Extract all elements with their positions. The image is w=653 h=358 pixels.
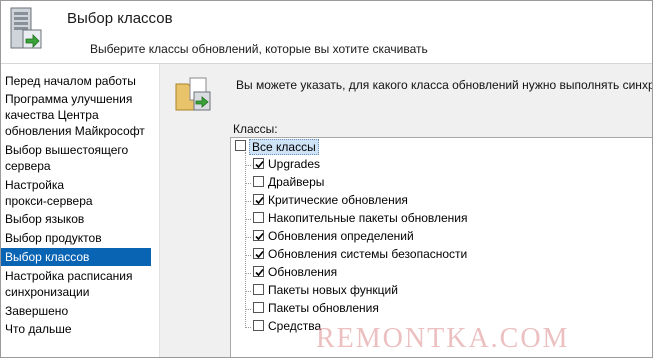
nav-classifications[interactable]: Выбор классов — [1, 248, 151, 266]
tree-branch — [245, 327, 251, 328]
classes-label: Классы: — [233, 122, 278, 136]
checkbox-feature-packs[interactable] — [253, 284, 264, 295]
checkbox-updates[interactable] — [253, 266, 264, 277]
nav-improvement-program-3[interactable]: обновления Майкрософт — [1, 122, 151, 140]
tree-item-label: Драйверы — [268, 175, 325, 189]
tree-item-label: Обновления системы безопасности — [268, 247, 468, 261]
tree-item-label: Критические обновления — [268, 193, 408, 207]
nav-products[interactable]: Выбор продуктов — [1, 229, 151, 247]
tree-item-label: Upgrades — [268, 157, 321, 171]
content-pane: Вы можете указать, для какого класса обн… — [159, 64, 653, 357]
tree-item-label: Накопительные пакеты обновления — [268, 211, 468, 225]
server-sync-icon — [9, 6, 45, 52]
wizard-window: Выбор классов Выберите классы обновлений… — [0, 0, 653, 358]
wizard-header: Выбор классов Выберите классы обновлений… — [1, 1, 652, 63]
tree-branch — [245, 219, 251, 220]
page-subtitle: Выберите классы обновлений, которые вы х… — [90, 42, 428, 56]
description-text: Вы можете указать, для какого класса обн… — [236, 78, 653, 92]
tree-connector — [245, 152, 246, 328]
nav-finished[interactable]: Завершено — [1, 302, 151, 320]
tree-branch — [245, 273, 251, 274]
tree-item-label: Пакеты новых функций — [268, 283, 398, 297]
tree-branch — [245, 165, 251, 166]
checkbox-service-packs[interactable] — [253, 302, 264, 313]
nav-languages[interactable]: Выбор языков — [1, 210, 151, 228]
checkbox-all-classes[interactable] — [235, 140, 246, 151]
checkbox-tools[interactable] — [253, 320, 264, 331]
tree-branch — [245, 255, 251, 256]
tree-branch — [245, 291, 251, 292]
nav-whats-next[interactable]: Что дальше — [1, 320, 151, 338]
tree-item-label: Обновления определений — [268, 229, 414, 243]
wizard-nav: Перед началом работы Программа улучшения… — [1, 64, 159, 357]
tree-branch — [245, 309, 251, 310]
tree-item-label: Обновления — [268, 265, 338, 279]
tree-root-label: Все классы — [249, 139, 319, 155]
tree-item-label: Пакеты обновления — [268, 301, 379, 315]
tree-branch — [245, 237, 251, 238]
nav-before-you-begin[interactable]: Перед началом работы — [1, 72, 151, 90]
checkbox-critical-updates[interactable] — [253, 194, 264, 205]
checkbox-update-rollups[interactable] — [253, 212, 264, 223]
checkbox-definition-updates[interactable] — [253, 230, 264, 241]
nav-sync-schedule-2[interactable]: синхронизации — [1, 283, 151, 301]
folder-package-icon — [174, 74, 214, 114]
page-title: Выбор классов — [67, 10, 173, 27]
nav-proxy-settings-2[interactable]: прокси-сервера — [1, 192, 151, 210]
tree-branch — [245, 201, 251, 202]
checkbox-security-updates[interactable] — [253, 248, 264, 259]
tree-branch — [245, 183, 251, 184]
watermark: REMONTKA.COM — [316, 323, 570, 354]
checkbox-drivers[interactable] — [253, 176, 264, 187]
checkbox-upgrades[interactable] — [253, 158, 264, 169]
tree-item-label: Средства — [268, 319, 322, 333]
nav-upstream-server-2[interactable]: сервера — [1, 157, 151, 175]
